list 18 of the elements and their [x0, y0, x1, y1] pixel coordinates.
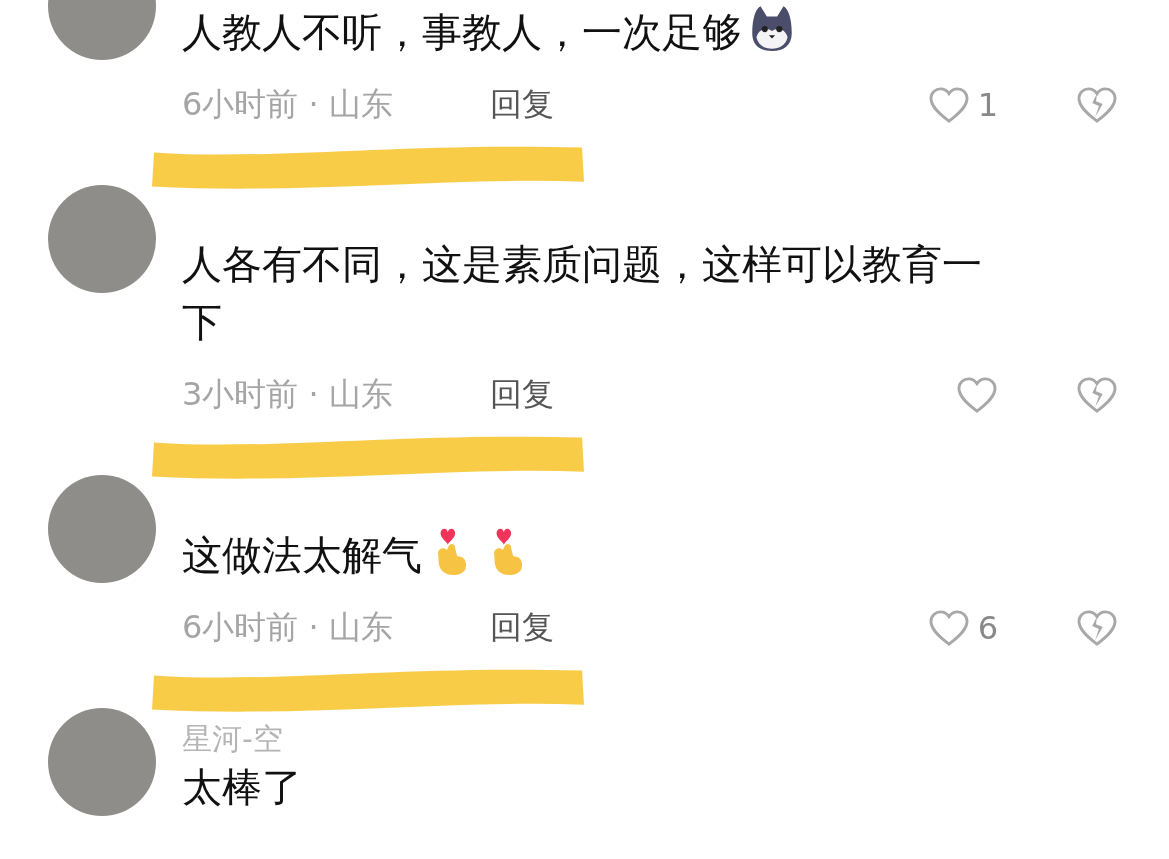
time-location: 6小时前 · 山东 — [182, 84, 394, 125]
broken-heart-icon[interactable] — [1076, 86, 1118, 124]
reply-button[interactable]: 回复 — [490, 83, 554, 127]
comment-text: 人教人不听，事教人，一次足够 — [182, 9, 798, 55]
reply-button[interactable]: 回复 — [490, 606, 554, 650]
time-location: 6小时前 · 山东 — [182, 607, 394, 648]
heart-icon[interactable] — [927, 609, 970, 647]
reply-button[interactable]: 回复 — [490, 373, 554, 417]
time-location: 3小时前 · 山东 — [182, 374, 394, 415]
comment-text: 这做法太解气 — [182, 532, 534, 578]
heart-icon[interactable] — [956, 376, 998, 414]
like-count: 1 — [977, 86, 998, 124]
broken-heart-icon[interactable] — [1076, 609, 1118, 647]
comment-text: 太棒了 — [182, 764, 302, 810]
comment-text: 人各有不同，这是素质问题，这样可以教育一下 — [182, 241, 982, 345]
like-count: 6 — [977, 609, 998, 647]
broken-heart-icon[interactable] — [1076, 376, 1118, 414]
heart-icon[interactable] — [927, 86, 970, 124]
